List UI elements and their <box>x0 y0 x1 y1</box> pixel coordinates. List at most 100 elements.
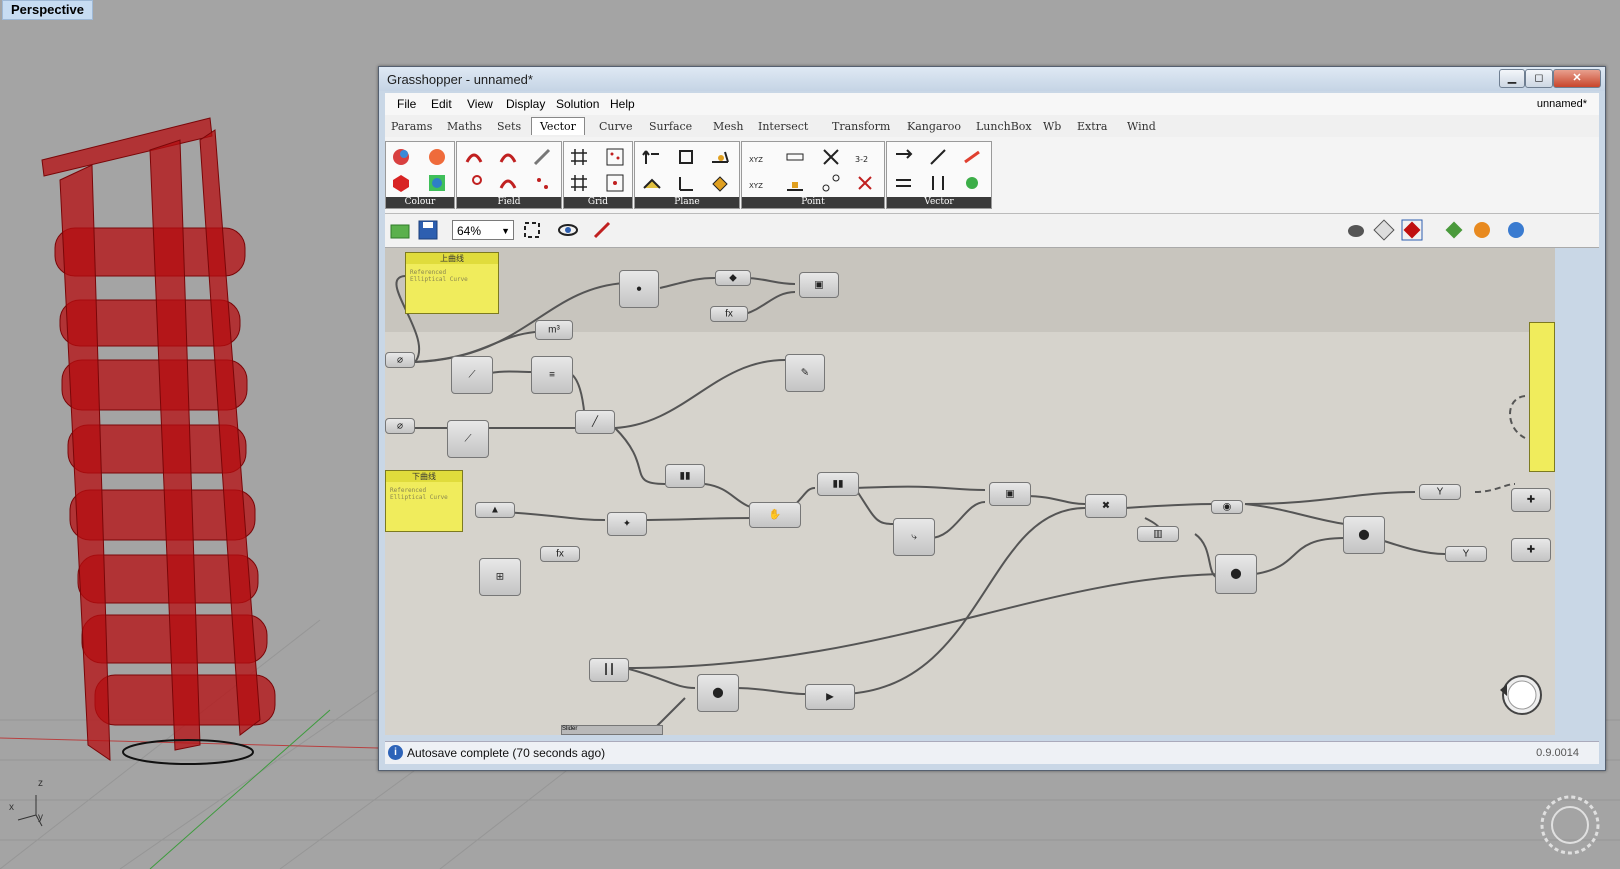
tab-curve[interactable]: Curve <box>599 120 632 133</box>
component-node[interactable]: ✖ <box>1085 494 1127 518</box>
title-bar[interactable]: Grasshopper - unnamed* ▁ ◻ ✕ <box>379 67 1605 91</box>
tab-transform[interactable]: Transform <box>832 120 890 133</box>
menu-display[interactable]: Display <box>506 97 545 111</box>
tab-wind[interactable]: Wind <box>1127 120 1156 133</box>
tab-maths[interactable]: Maths <box>447 120 482 133</box>
component-node[interactable]: ⬤ <box>1343 516 1385 554</box>
menu-file[interactable]: File <box>397 97 416 111</box>
preview-shaded-icon[interactable] <box>1373 219 1395 241</box>
tab-kangaroo[interactable]: Kangaroo <box>907 120 961 133</box>
tab-surface[interactable]: Surface <box>649 120 692 133</box>
menu-help[interactable]: Help <box>610 97 635 111</box>
component-node[interactable]: ◆ <box>715 270 751 286</box>
menu-solution[interactable]: Solution <box>556 97 599 111</box>
maximize-button[interactable]: ◻ <box>1525 69 1553 88</box>
field-evaluate-icon[interactable] <box>531 172 553 194</box>
component-canvas[interactable]: 上曲线 Referenced Elliptical Curve 下曲线 Refe… <box>385 248 1555 735</box>
plane-origin-icon[interactable] <box>675 172 697 194</box>
viewport-label[interactable]: Perspective <box>2 0 93 20</box>
menu-view[interactable]: View <box>467 97 493 111</box>
component-node[interactable]: ▮▮ <box>665 464 705 488</box>
vector-unit-icon[interactable] <box>927 172 949 194</box>
grid-square-icon[interactable] <box>568 172 590 194</box>
component-node[interactable]: ⟋ <box>451 356 493 394</box>
tab-vector[interactable]: Vector <box>531 117 585 135</box>
component-node[interactable]: ⟋ <box>447 420 489 458</box>
component-node[interactable]: ≡ <box>531 356 573 394</box>
plane-adjust-icon[interactable] <box>709 172 731 194</box>
mesh-settings-icon[interactable] <box>1443 219 1465 241</box>
number-slider[interactable]: Slider <box>561 725 663 735</box>
component-node[interactable]: ⤷ <box>893 518 935 556</box>
vector-amplitude-icon[interactable] <box>961 146 983 168</box>
component-node[interactable]: ✦ <box>607 512 647 536</box>
point-deconstruct-icon[interactable]: XYZ <box>748 172 770 194</box>
component-node[interactable]: ✚ <box>1511 538 1551 562</box>
open-file-icon[interactable] <box>389 219 411 241</box>
colour-gradient-icon[interactable] <box>426 146 448 168</box>
menu-edit[interactable]: Edit <box>431 97 452 111</box>
field-line-icon[interactable] <box>463 146 485 168</box>
point-tag-icon[interactable] <box>854 172 876 194</box>
component-node[interactable]: ▣ <box>799 272 839 298</box>
grasshopper-window[interactable]: Grasshopper - unnamed* ▁ ◻ ✕ File Edit V… <box>378 66 1606 771</box>
minimize-button[interactable]: ▁ <box>1499 69 1525 88</box>
field-point-icon[interactable] <box>463 172 485 194</box>
panel-bottom-curve[interactable]: 下曲线 Referenced Elliptical Curve <box>385 470 463 532</box>
plane-align-icon[interactable] <box>641 146 663 168</box>
point-cull-icon[interactable] <box>820 172 842 194</box>
field-spin-icon[interactable] <box>497 146 519 168</box>
point-sort-icon[interactable]: 3-2 <box>854 146 876 168</box>
panel-top-curve[interactable]: 上曲线 Referenced Elliptical Curve <box>405 252 499 314</box>
close-button[interactable]: ✕ <box>1553 69 1601 88</box>
preview-selected-icon[interactable] <box>1401 219 1423 241</box>
component-node[interactable]: ◉ <box>1211 500 1243 514</box>
vector-2pt-icon[interactable] <box>927 146 949 168</box>
sketch-pen-icon[interactable] <box>591 219 613 241</box>
vector-deconstruct-icon[interactable] <box>893 172 915 194</box>
component-node[interactable]: ▥ <box>1137 526 1179 542</box>
grid-hex-icon[interactable] <box>604 172 626 194</box>
component-node[interactable]: ✚ <box>1511 488 1551 512</box>
vector-xyz-icon[interactable] <box>893 146 915 168</box>
plane-xy-icon[interactable] <box>641 172 663 194</box>
component-node[interactable]: m³ <box>535 320 573 340</box>
field-merge-icon[interactable] <box>531 146 553 168</box>
vector-rotate-icon[interactable] <box>961 172 983 194</box>
point-closest-icon[interactable] <box>820 146 842 168</box>
component-node[interactable]: Y <box>1445 546 1487 562</box>
component-node[interactable]: ✎ <box>785 354 825 392</box>
zoom-select[interactable]: 64% ▼ <box>452 220 514 240</box>
save-file-icon[interactable] <box>417 219 439 241</box>
component-node[interactable]: ✋ <box>749 502 801 528</box>
tab-mesh[interactable]: Mesh <box>713 120 744 133</box>
curve-param-node[interactable]: ⌀ <box>385 352 415 368</box>
field-vector-icon[interactable] <box>497 172 519 194</box>
component-node[interactable]: ⬤ <box>1215 554 1257 594</box>
preview-eye-icon[interactable] <box>557 219 579 241</box>
component-node[interactable]: fx <box>540 546 580 562</box>
plane-rotate-icon[interactable] <box>709 146 731 168</box>
point-oriented-icon[interactable] <box>784 172 806 194</box>
tab-params[interactable]: Params <box>391 120 432 133</box>
component-node[interactable]: ▣ <box>989 482 1031 506</box>
tab-intersect[interactable]: Intersect <box>758 120 808 133</box>
grid-populate-icon[interactable] <box>604 146 626 168</box>
curve-param-node[interactable]: ⌀ <box>385 418 415 434</box>
point-xyz-icon[interactable]: XYZ <box>748 146 770 168</box>
tab-sets[interactable]: Sets <box>497 120 521 133</box>
grid-rectangular-icon[interactable] <box>568 146 590 168</box>
colour-rgb-icon[interactable] <box>390 146 412 168</box>
tab-extra[interactable]: Extra <box>1077 120 1107 133</box>
zoom-extents-icon[interactable] <box>521 219 543 241</box>
point-distance-icon[interactable] <box>784 146 806 168</box>
component-node[interactable]: ▲ <box>475 502 515 518</box>
display-sphere-icon[interactable] <box>1505 219 1527 241</box>
component-node[interactable]: ⊞ <box>479 558 521 596</box>
tab-lunchbox[interactable]: LunchBox <box>976 120 1032 133</box>
component-node[interactable]: ⬤ <box>697 674 739 712</box>
component-node[interactable]: ▮▮ <box>817 472 859 496</box>
panel-output[interactable] <box>1529 322 1555 472</box>
component-node[interactable]: fx <box>710 306 748 322</box>
component-node[interactable]: ┃┃ <box>589 658 629 682</box>
